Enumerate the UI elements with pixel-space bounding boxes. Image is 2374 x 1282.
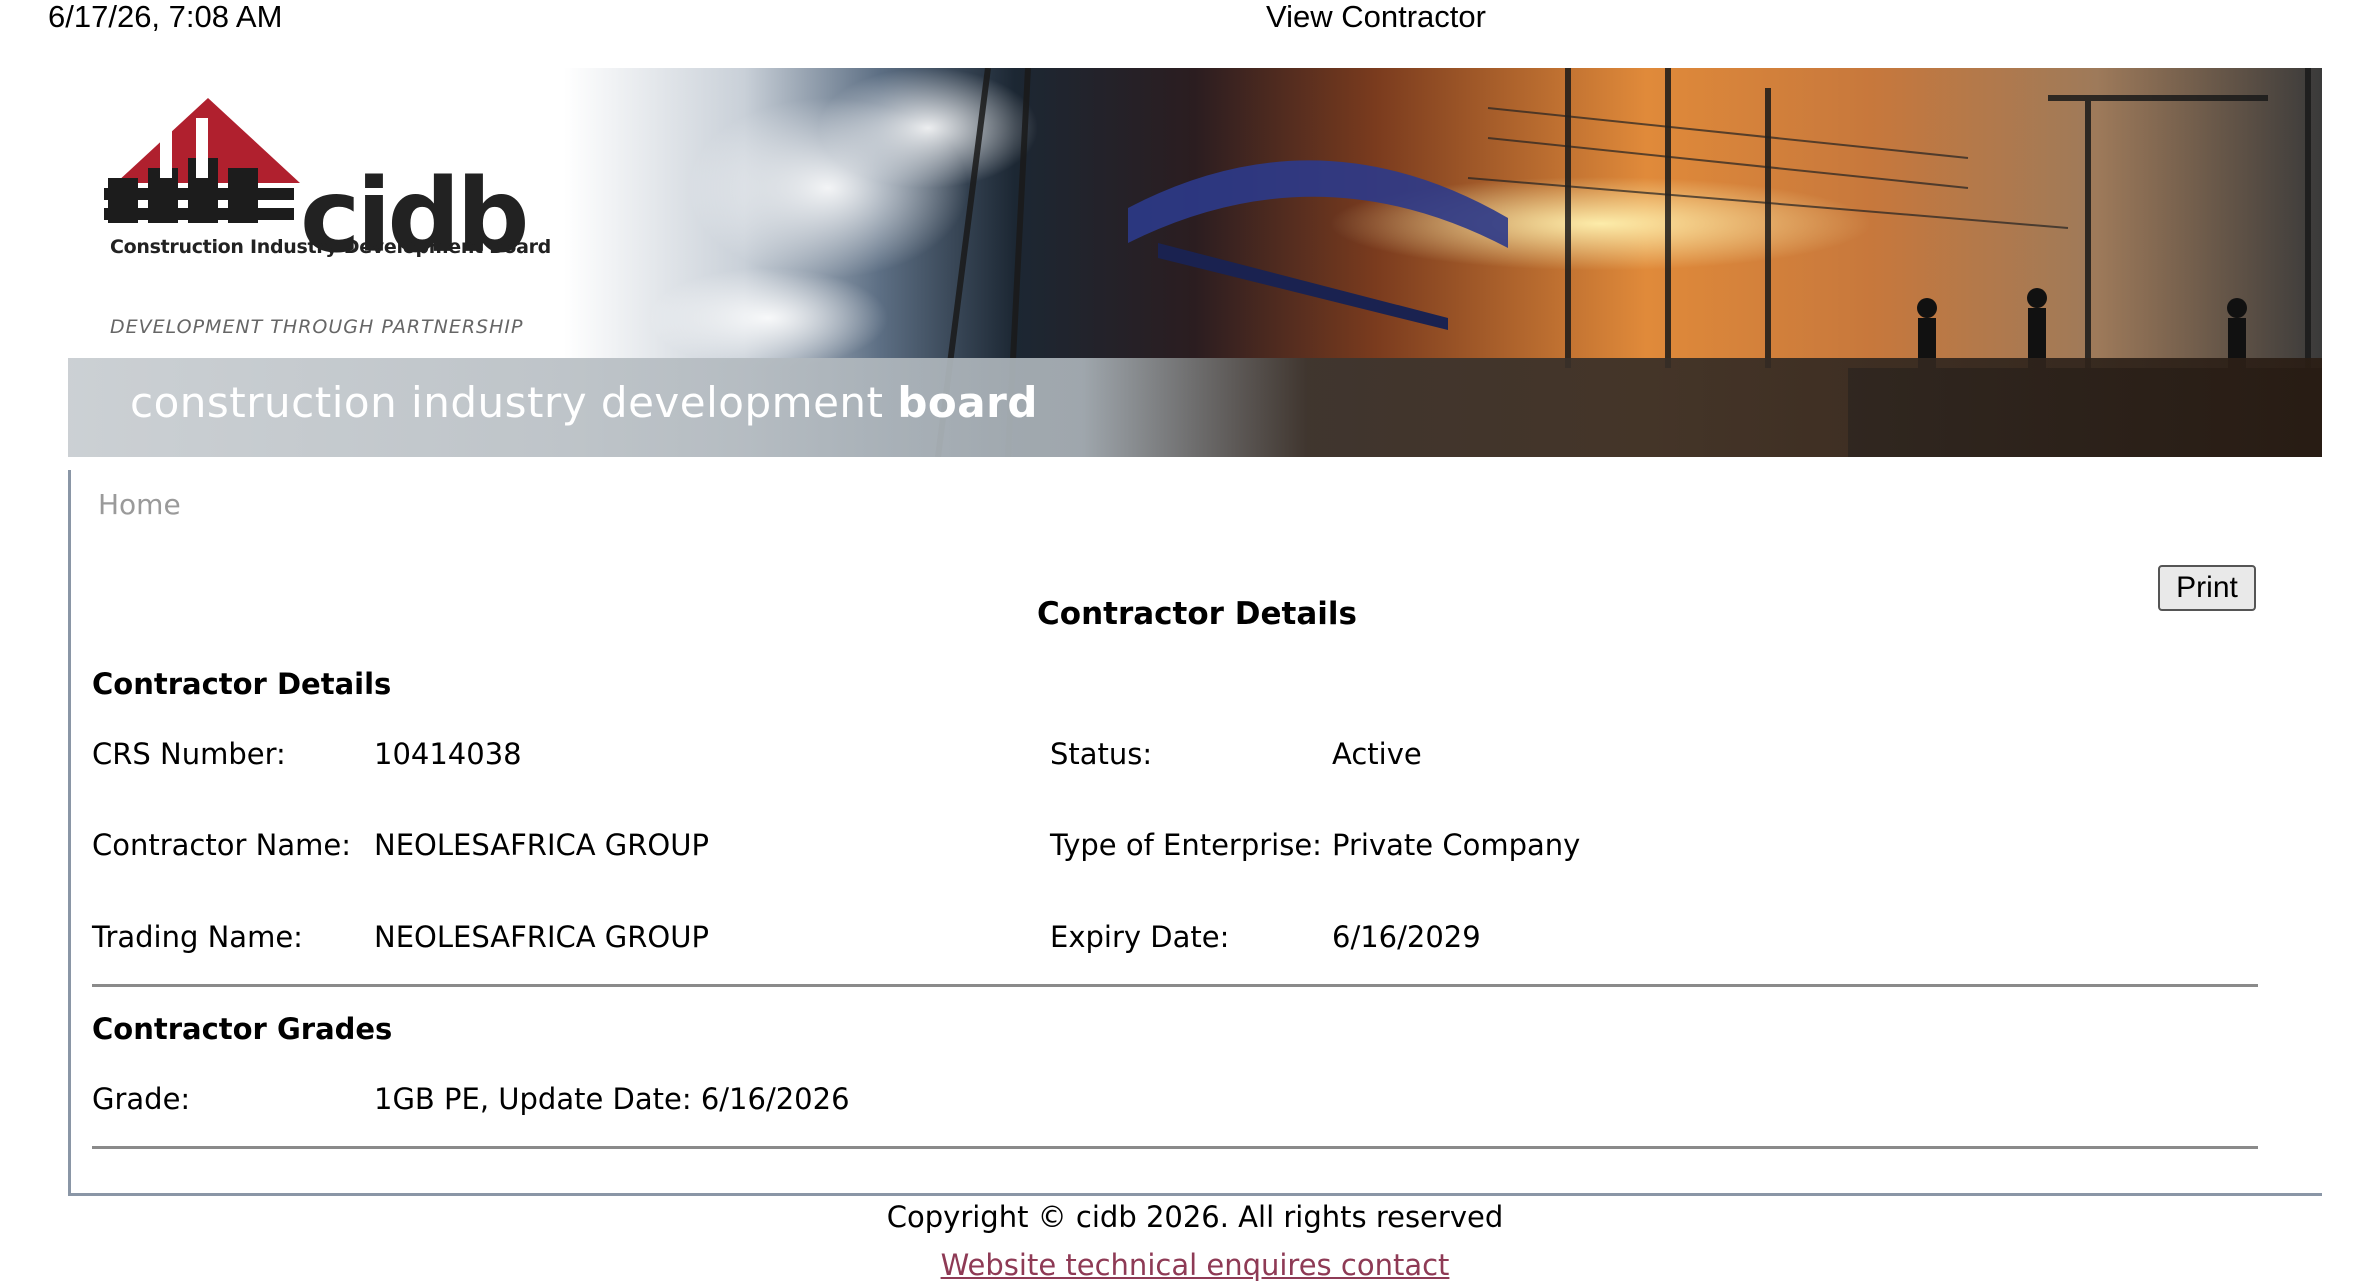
enterprise-type-label: Type of Enterprise: [1050, 828, 1322, 862]
nav-home-link[interactable]: Home [98, 488, 181, 521]
site-banner: cidb Construction Industry Development B… [68, 68, 2322, 457]
technical-enquiries-link[interactable]: Website technical enquires contact [941, 1248, 1450, 1282]
contractor-name-value: NEOLESAFRICA GROUP [374, 828, 709, 862]
expiry-date-label: Expiry Date: [1050, 920, 1230, 954]
grade-label: Grade: [92, 1082, 191, 1116]
banner-strip-bold: board [897, 378, 1038, 427]
section-title-contractor-details: Contractor Details [92, 667, 392, 701]
status-label: Status: [1050, 737, 1153, 771]
contractor-name-label: Contractor Name: [92, 828, 351, 862]
print-datetime: 6/17/26, 7:08 AM [48, 0, 283, 34]
grade-value: 1GB PE, Update Date: 6/16/2026 [374, 1082, 850, 1116]
print-header: 6/17/26, 7:08 AM View Contractor [0, 0, 2374, 60]
expiry-date-value: 6/16/2029 [1332, 920, 1481, 954]
crs-number-label: CRS Number: [92, 737, 286, 771]
footer-link-wrap: Website technical enquires contact [0, 1248, 2374, 1282]
page-title: Contractor Details [1037, 596, 1357, 632]
print-document-title: View Contractor [1266, 0, 1486, 34]
divider [92, 984, 2258, 987]
banner-strip-text: construction industry development board [130, 378, 1038, 427]
page-heading-wrap: Contractor Details [0, 596, 2254, 632]
cidb-tagline: DEVELOPMENT THROUGH PARTNERSHIP [110, 316, 524, 338]
cidb-logo-subtitle: Construction Industry Development Board [110, 236, 551, 258]
status-value: Active [1332, 737, 1422, 771]
section-title-contractor-grades: Contractor Grades [92, 1012, 393, 1046]
trading-name-label: Trading Name: [92, 920, 303, 954]
footer-copyright-wrap: Copyright © cidb 2026. All rights reserv… [0, 1200, 2374, 1234]
trading-name-value: NEOLESAFRICA GROUP [374, 920, 709, 954]
crs-number-value: 10414038 [374, 737, 522, 771]
divider [92, 1146, 2258, 1149]
banner-strip-regular: construction industry development [130, 378, 884, 427]
enterprise-type-value: Private Company [1332, 828, 1581, 862]
footer-copyright: Copyright © cidb 2026. All rights reserv… [886, 1200, 1504, 1234]
